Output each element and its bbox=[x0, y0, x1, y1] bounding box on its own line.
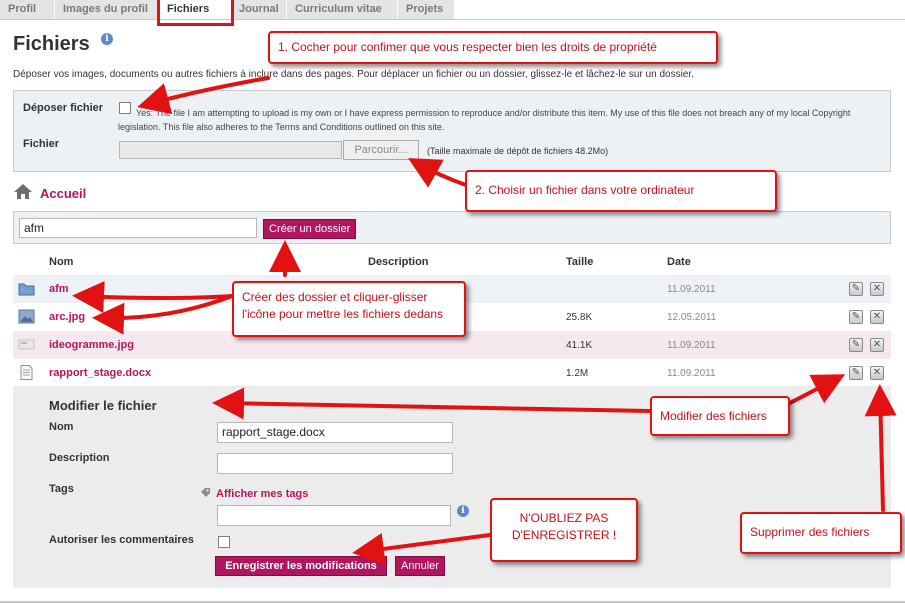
description-label: Description bbox=[49, 452, 110, 464]
edit-icon[interactable]: ✎ bbox=[849, 282, 863, 296]
description-input[interactable] bbox=[217, 453, 453, 474]
breadcrumb-home[interactable]: Accueil bbox=[40, 186, 86, 201]
home-icon[interactable] bbox=[13, 183, 33, 200]
file-path-field[interactable] bbox=[119, 141, 342, 159]
file-size: 1.2M bbox=[566, 368, 589, 379]
tags-input[interactable] bbox=[217, 505, 451, 526]
tab-images-du-profil[interactable]: Images du profil bbox=[55, 0, 159, 19]
create-folder-button[interactable]: Créer un dossier bbox=[263, 219, 356, 239]
folder-icon[interactable] bbox=[18, 281, 35, 296]
column-header-name[interactable]: Nom bbox=[49, 256, 73, 268]
copyright-terms: Yes: The file I am attempting to upload … bbox=[118, 108, 851, 132]
edit-file-title: Modifier le fichier bbox=[49, 398, 157, 413]
folder-name-input[interactable]: afm bbox=[19, 218, 257, 238]
name-input[interactable]: rapport_stage.docx bbox=[217, 422, 453, 443]
file-label: Fichier bbox=[23, 138, 60, 150]
edit-icon[interactable]: ✎ bbox=[849, 310, 863, 324]
comments-checkbox[interactable] bbox=[218, 536, 230, 548]
name-label: Nom bbox=[49, 421, 74, 433]
show-tags-link[interactable]: Afficher mes tags bbox=[216, 488, 308, 500]
file-name-link[interactable]: afm bbox=[49, 283, 69, 295]
tags-info-icon[interactable]: i bbox=[457, 505, 469, 517]
file-date: 11.09.2011 bbox=[667, 284, 716, 295]
browse-button[interactable]: Parcourir... bbox=[343, 140, 419, 160]
max-size-note: (Taille maximale de dépôt de fichiers 48… bbox=[427, 146, 609, 156]
annotation-choose-file: 2. Choisir un fichier dans votre ordinat… bbox=[465, 170, 777, 212]
file-size: 25.8K bbox=[566, 312, 593, 323]
file-date: 11.09.2011 bbox=[667, 340, 716, 351]
table-row[interactable]: rapport_stage.docx 1.2M 11.09.2011 ✎ ✕ bbox=[13, 359, 891, 387]
tags-label: Tags bbox=[49, 483, 74, 495]
tab-journal[interactable]: Journal bbox=[231, 0, 287, 19]
column-header-size: Taille bbox=[566, 256, 594, 268]
delete-icon[interactable]: ✕ bbox=[870, 366, 884, 380]
annotation-create-folder: Créer des dossier et cliquer-glisser l'i… bbox=[232, 281, 466, 337]
file-date: 12.05.2011 bbox=[667, 312, 717, 323]
file-date: 11.09.2011 bbox=[667, 368, 716, 379]
tab-bar: Profil Images du profil Fichiers Journal… bbox=[0, 0, 905, 20]
column-header-date: Date bbox=[667, 256, 691, 268]
file-name-link[interactable]: arc.jpg bbox=[49, 311, 85, 323]
tag-icon bbox=[201, 488, 210, 497]
active-tab-highlight bbox=[157, 0, 234, 26]
page-intro: Déposer vos images, documents ou autres … bbox=[13, 69, 694, 80]
column-header-description: Description bbox=[368, 256, 429, 268]
tab-projets[interactable]: Projets bbox=[398, 0, 455, 19]
deposit-label: Déposer fichier bbox=[23, 102, 104, 114]
create-folder-section: afm Créer un dossier bbox=[13, 211, 891, 244]
upload-section: Déposer fichier Yes: The file I am attem… bbox=[13, 90, 891, 172]
annotation-edit-files: Modifier des fichiers bbox=[650, 396, 790, 436]
cancel-button[interactable]: Annuler bbox=[395, 556, 445, 576]
file-name-link[interactable]: rapport_stage.docx bbox=[49, 367, 151, 379]
comments-label: Autoriser les commentaires bbox=[49, 534, 194, 546]
info-icon[interactable]: i bbox=[101, 33, 113, 45]
image-icon[interactable] bbox=[18, 309, 35, 324]
document-icon[interactable] bbox=[18, 365, 35, 380]
annotation-delete-files: Supprimer des fichiers bbox=[740, 512, 902, 554]
file-size: 41.1K bbox=[566, 340, 593, 351]
save-button[interactable]: Enregistrer les modifications bbox=[215, 556, 387, 576]
delete-icon[interactable]: ✕ bbox=[870, 282, 884, 296]
tab-profil[interactable]: Profil bbox=[0, 0, 55, 19]
annotation-save-reminder: N'OUBLIEZ PAS D'ENREGISTRER ! bbox=[490, 498, 638, 562]
tab-curriculum-vitae[interactable]: Curriculum vitae bbox=[287, 0, 398, 19]
image-icon[interactable] bbox=[18, 337, 35, 352]
edit-icon[interactable]: ✎ bbox=[849, 366, 863, 380]
delete-icon[interactable]: ✕ bbox=[870, 310, 884, 324]
edit-icon[interactable]: ✎ bbox=[849, 338, 863, 352]
annotation-check-rights: 1. Cocher pour confimer que vous respect… bbox=[268, 31, 718, 64]
delete-icon[interactable]: ✕ bbox=[870, 338, 884, 352]
file-name-link[interactable]: ideogramme.jpg bbox=[49, 339, 134, 351]
page-title: Fichiers bbox=[13, 33, 90, 55]
